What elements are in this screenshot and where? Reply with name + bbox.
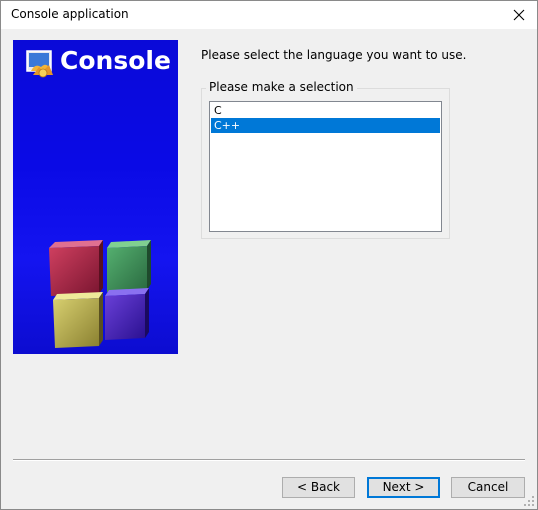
- codeblocks-cubes-graphic: [49, 240, 151, 348]
- close-button[interactable]: [501, 1, 537, 29]
- footer-separator: [13, 459, 525, 461]
- language-prompt: Please select the language you want to u…: [201, 48, 467, 62]
- cancel-button[interactable]: Cancel: [451, 477, 525, 498]
- codeblocks-logo-icon: [26, 50, 53, 78]
- list-item-cpp[interactable]: C++: [211, 118, 440, 133]
- list-item-c[interactable]: C: [211, 103, 440, 118]
- wizard-banner: Console: [13, 40, 178, 354]
- close-icon: [513, 9, 525, 21]
- next-button[interactable]: Next >: [367, 477, 440, 498]
- title-bar[interactable]: Console application: [1, 1, 537, 29]
- window-title: Console application: [11, 7, 129, 21]
- language-listbox[interactable]: C C++: [209, 101, 442, 232]
- back-button[interactable]: < Back: [282, 477, 355, 498]
- resize-grip-icon[interactable]: [524, 496, 534, 506]
- selection-group-label: Please make a selection: [206, 80, 357, 94]
- wizard-window: Console application Console Please selec…: [0, 0, 538, 510]
- banner-title: Console: [60, 46, 171, 75]
